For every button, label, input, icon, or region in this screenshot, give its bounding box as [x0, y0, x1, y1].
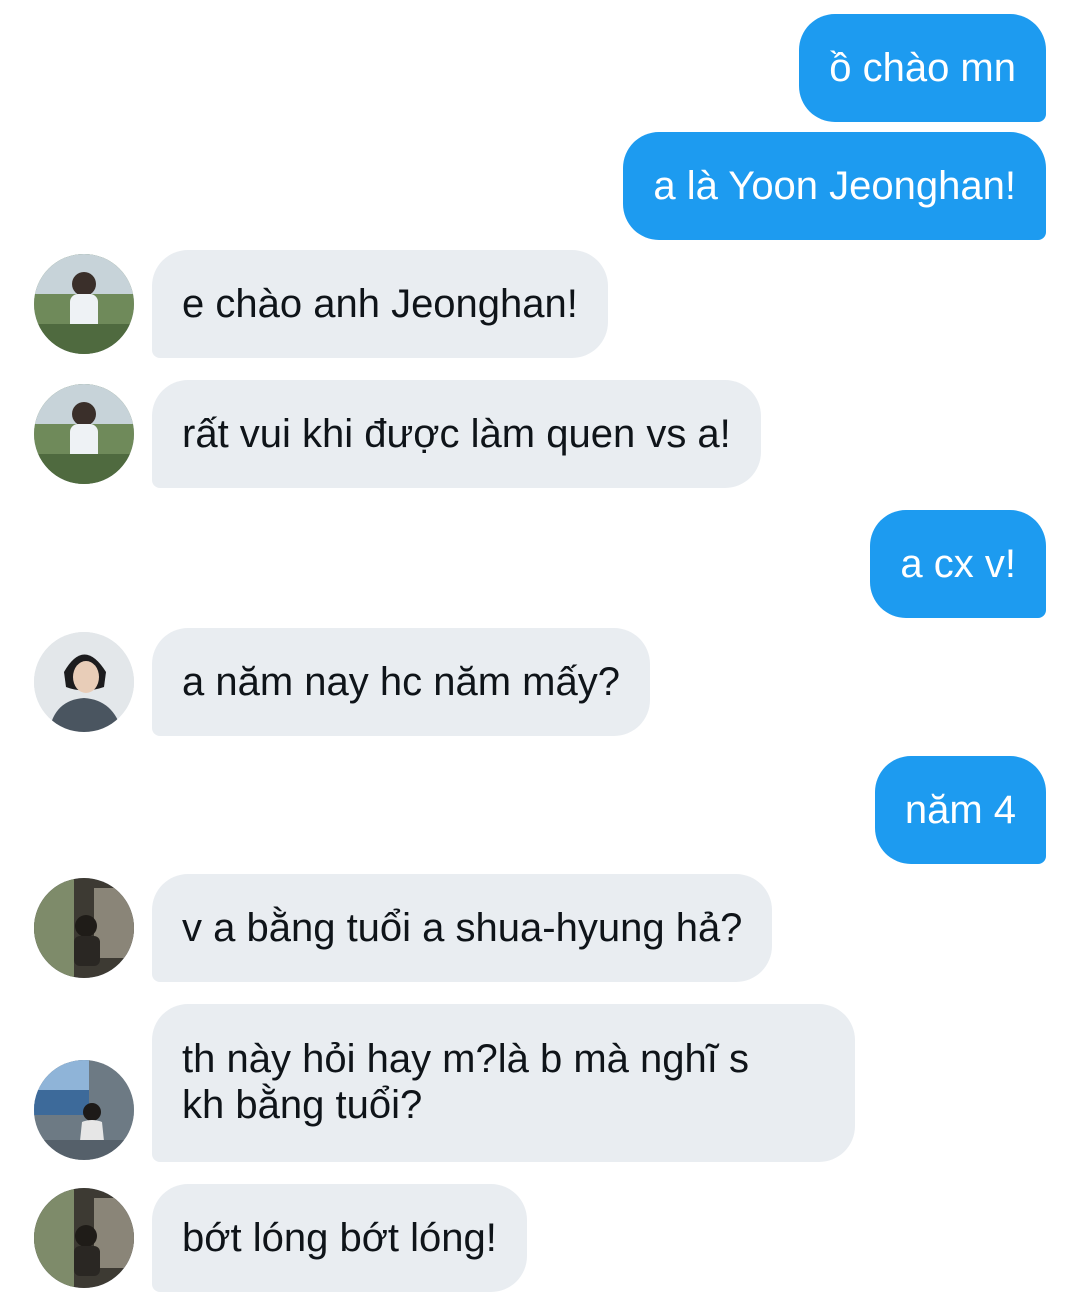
- outdoor-portrait-avatar[interactable]: [34, 384, 134, 484]
- message-text: ồ chào mn: [829, 46, 1016, 90]
- message-row-incoming: bớt lóng bớt lóng!: [0, 1184, 1080, 1292]
- message-bubble[interactable]: a cx v!: [870, 510, 1046, 618]
- message-row-incoming: th này hỏi hay m?là b mà nghĩ s kh bằng …: [0, 1004, 1080, 1162]
- avatar-photo-icon: [34, 1188, 134, 1288]
- message-bubble[interactable]: a là Yoon Jeonghan!: [623, 132, 1046, 240]
- message-text: a cx v!: [900, 542, 1016, 586]
- chat-thread: ồ chào mn a là Yoon Jeonghan! e chào anh…: [0, 0, 1080, 1310]
- avatar-photo-icon: [34, 632, 134, 732]
- message-text: v a bằng tuổi a shua-hyung hả?: [182, 906, 743, 950]
- message-bubble[interactable]: v a bằng tuổi a shua-hyung hả?: [152, 874, 773, 982]
- message-row-incoming: rất vui khi được làm quen vs a!: [0, 380, 1080, 488]
- message-bubble[interactable]: e chào anh Jeonghan!: [152, 250, 608, 358]
- message-row-outgoing: a cx v!: [0, 510, 1080, 618]
- message-text-line: th này hỏi hay m?là b mà nghĩ s: [182, 1037, 749, 1081]
- message-text: bớt lóng bớt lóng!: [182, 1216, 497, 1260]
- message-text: a năm nay hc năm mấy?: [182, 660, 620, 704]
- window-portrait-avatar[interactable]: [34, 1060, 134, 1160]
- message-bubble[interactable]: bớt lóng bớt lóng!: [152, 1184, 527, 1292]
- message-row-outgoing: ồ chào mn: [0, 14, 1080, 122]
- outdoor-portrait-avatar[interactable]: [34, 254, 134, 354]
- message-text: rất vui khi được làm quen vs a!: [182, 412, 731, 456]
- cafe-portrait-avatar[interactable]: [34, 878, 134, 978]
- message-row-outgoing: a là Yoon Jeonghan!: [0, 132, 1080, 240]
- message-bubble[interactable]: rất vui khi được làm quen vs a!: [152, 380, 761, 488]
- avatar-photo-icon: [34, 878, 134, 978]
- studio-portrait-avatar[interactable]: [34, 632, 134, 732]
- message-bubble[interactable]: th này hỏi hay m?là b mà nghĩ s kh bằng …: [152, 1004, 855, 1162]
- message-row-incoming: a năm nay hc năm mấy?: [0, 628, 1080, 736]
- cafe-portrait-avatar[interactable]: [34, 1188, 134, 1288]
- message-bubble[interactable]: năm 4: [874, 756, 1046, 864]
- message-text: e chào anh Jeonghan!: [182, 282, 578, 326]
- message-row-incoming: v a bằng tuổi a shua-hyung hả?: [0, 874, 1080, 982]
- avatar-photo-icon: [34, 254, 134, 354]
- avatar-photo-icon: [34, 384, 134, 484]
- message-row-outgoing: năm 4: [0, 756, 1080, 864]
- message-text-line: kh bằng tuổi?: [182, 1083, 423, 1127]
- message-row-incoming: e chào anh Jeonghan!: [0, 250, 1080, 358]
- message-bubble[interactable]: ồ chào mn: [799, 14, 1046, 122]
- message-text: a là Yoon Jeonghan!: [653, 164, 1016, 208]
- message-text: năm 4: [904, 788, 1016, 832]
- avatar-photo-icon: [34, 1060, 134, 1160]
- message-bubble[interactable]: a năm nay hc năm mấy?: [152, 628, 650, 736]
